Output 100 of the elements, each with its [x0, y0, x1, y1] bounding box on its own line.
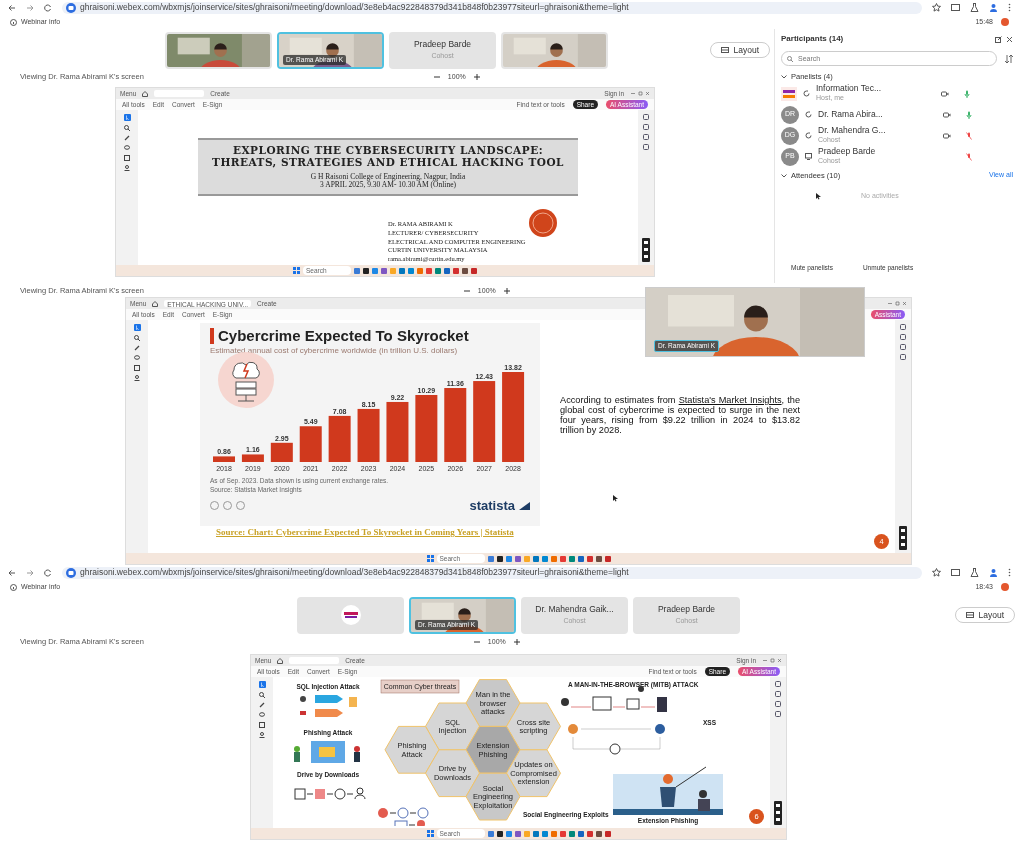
- page-navigation-drawing[interactable]: [774, 801, 782, 825]
- pen-icon[interactable]: [259, 702, 265, 708]
- home-icon[interactable]: [142, 90, 149, 97]
- sync-icon: [803, 90, 810, 97]
- mouse-pointer-icon: [613, 495, 618, 502]
- participant-name: Pradeep Barde: [657, 603, 716, 617]
- download-flow-drawing: [294, 787, 366, 800]
- reload-icon[interactable]: [44, 568, 52, 577]
- record-icon: [1001, 18, 1009, 26]
- mouse-pointer-icon: [816, 193, 821, 200]
- participant-name: Dr. Mahendra Gaik...: [535, 603, 614, 617]
- profile-icon[interactable]: [989, 568, 998, 577]
- cursor-icon[interactable]: [123, 114, 131, 121]
- bar: [213, 455, 235, 462]
- pen-icon[interactable]: [134, 345, 140, 351]
- participant-name: Pradeep Barde: [413, 38, 472, 52]
- window-controls-icon[interactable]: [887, 301, 907, 306]
- zoom-out-icon[interactable]: [473, 639, 480, 645]
- layout-icon: [721, 47, 730, 53]
- bar: [270, 442, 293, 462]
- cursor-icon[interactable]: [258, 681, 266, 688]
- chart-subtitle: Estimated annual cost of cybercrime worldwide (in trillion U.S. dollars): [210, 346, 459, 356]
- address-bar[interactable]: ghraisoni.webex.com/wbxmjs/joinservice/sites/ghraisoni/meeting/download/3e8eb4ac922848379d341b848f0b23977siteurl=ghraisoni&theme=light: [62, 566, 922, 579]
- participant-name: Dr. Mahendra G...: [818, 126, 887, 135]
- logo-tile[interactable]: [297, 596, 404, 634]
- bar: [357, 408, 380, 462]
- windows-icon[interactable]: [426, 830, 434, 837]
- address-bar[interactable]: ghraisoni.webex.com/wbxmjs/joinservice/sites/ghraisoni/meeting/download/3e8eb4ac922848379d341b848f0b23977siteurl=ghraisoni&theme=light: [62, 1, 922, 14]
- layout-icon: [966, 612, 975, 618]
- bar: [415, 394, 438, 462]
- record-icon: [1001, 583, 1009, 591]
- profile-icon[interactable]: [989, 3, 998, 12]
- zoom-out-icon[interactable]: [433, 74, 440, 80]
- layout-button[interactable]: Layout: [710, 41, 770, 59]
- zoom-in-icon[interactable]: [513, 639, 520, 645]
- windows-icon[interactable]: [293, 267, 300, 274]
- lasso-icon[interactable]: [124, 145, 130, 151]
- computer-icon: [805, 153, 812, 160]
- text-box-icon[interactable]: [259, 722, 265, 728]
- college-logo-icon: [338, 605, 363, 625]
- star-icon[interactable]: [932, 568, 941, 577]
- bar: [299, 425, 322, 462]
- sql-injection-drawing: [300, 695, 357, 717]
- zoom-in-icon[interactable]: [473, 74, 480, 80]
- zoom-in-icon[interactable]: [503, 288, 510, 294]
- lasso-icon[interactable]: [134, 355, 140, 361]
- forward-icon[interactable]: [26, 3, 34, 12]
- back-icon[interactable]: [8, 3, 16, 12]
- bar: [328, 415, 351, 462]
- flask-icon[interactable]: [970, 3, 979, 12]
- tab-icon[interactable]: [951, 3, 960, 12]
- stamp-icon[interactable]: [259, 732, 265, 738]
- chart-title: Cybercrime Expected To Skyrocket: [210, 328, 530, 344]
- home-icon[interactable]: [277, 657, 284, 664]
- reload-icon[interactable]: [44, 3, 52, 12]
- back-icon[interactable]: [8, 568, 16, 577]
- lasso-icon[interactable]: [259, 712, 265, 718]
- page-navigation-drawing[interactable]: [899, 526, 907, 550]
- window-controls-icon[interactable]: [630, 91, 650, 96]
- brand-name: statista: [469, 497, 515, 516]
- slide-title: EXPLORING THE CYBERSECURITY LANDSCAPE: THREATS, STRATEGIES AND ETHICAL HACKING TOOL: [211, 144, 565, 169]
- forward-icon[interactable]: [26, 568, 34, 577]
- pen-icon[interactable]: [124, 135, 130, 141]
- college-logo-icon: [781, 86, 797, 101]
- windows-icon[interactable]: [426, 555, 434, 562]
- text-box-icon[interactable]: [134, 365, 140, 371]
- star-icon[interactable]: [932, 3, 941, 12]
- page-navigation-drawing[interactable]: [642, 238, 650, 262]
- pop-out-icon[interactable]: [995, 35, 1002, 43]
- statista-link[interactable]: Statista's Market Insights: [678, 395, 782, 405]
- tab-icon[interactable]: [951, 568, 960, 577]
- text-box-icon[interactable]: [124, 155, 130, 161]
- stamp-icon[interactable]: [124, 165, 130, 171]
- seal-icon: [528, 208, 558, 238]
- cursor-icon[interactable]: [133, 324, 141, 331]
- window-controls-icon[interactable]: [762, 658, 782, 663]
- participant-name: Dr. Rama Abira...: [818, 110, 884, 119]
- magnifier-icon[interactable]: [134, 335, 140, 341]
- body-paragraph: According to estimates from Statista's Market Insights, the global cost of cybercrime is expected to surge in the next four years, rising from $9.22 trillion in 2024 to $13.82 trillion by 2028.: [560, 395, 800, 436]
- search-icon: [787, 56, 793, 62]
- sync-icon: [805, 132, 812, 139]
- zoom-out-icon[interactable]: [463, 288, 470, 294]
- chevron-icon[interactable]: [781, 75, 787, 79]
- chevron-icon[interactable]: [781, 173, 787, 178]
- close-icon[interactable]: [1006, 35, 1013, 43]
- panel-title: Participants (14): [781, 33, 844, 45]
- home-icon[interactable]: [152, 300, 159, 307]
- social-engineering-drawing: [378, 807, 429, 826]
- phishing-drawing: [294, 741, 360, 763]
- participant-name: Pradeep Barde: [818, 147, 877, 156]
- stamp-icon[interactable]: [134, 375, 140, 381]
- flask-icon[interactable]: [970, 568, 979, 577]
- magnifier-icon[interactable]: [124, 125, 130, 131]
- bar: [241, 454, 264, 462]
- bar: [386, 401, 409, 462]
- layout-button[interactable]: Layout: [955, 606, 1015, 624]
- brand-mark-icon: [519, 501, 530, 510]
- sort-icon[interactable]: [1005, 54, 1013, 63]
- participant-name: Information Tec...: [816, 84, 883, 93]
- magnifier-icon[interactable]: [259, 692, 265, 698]
